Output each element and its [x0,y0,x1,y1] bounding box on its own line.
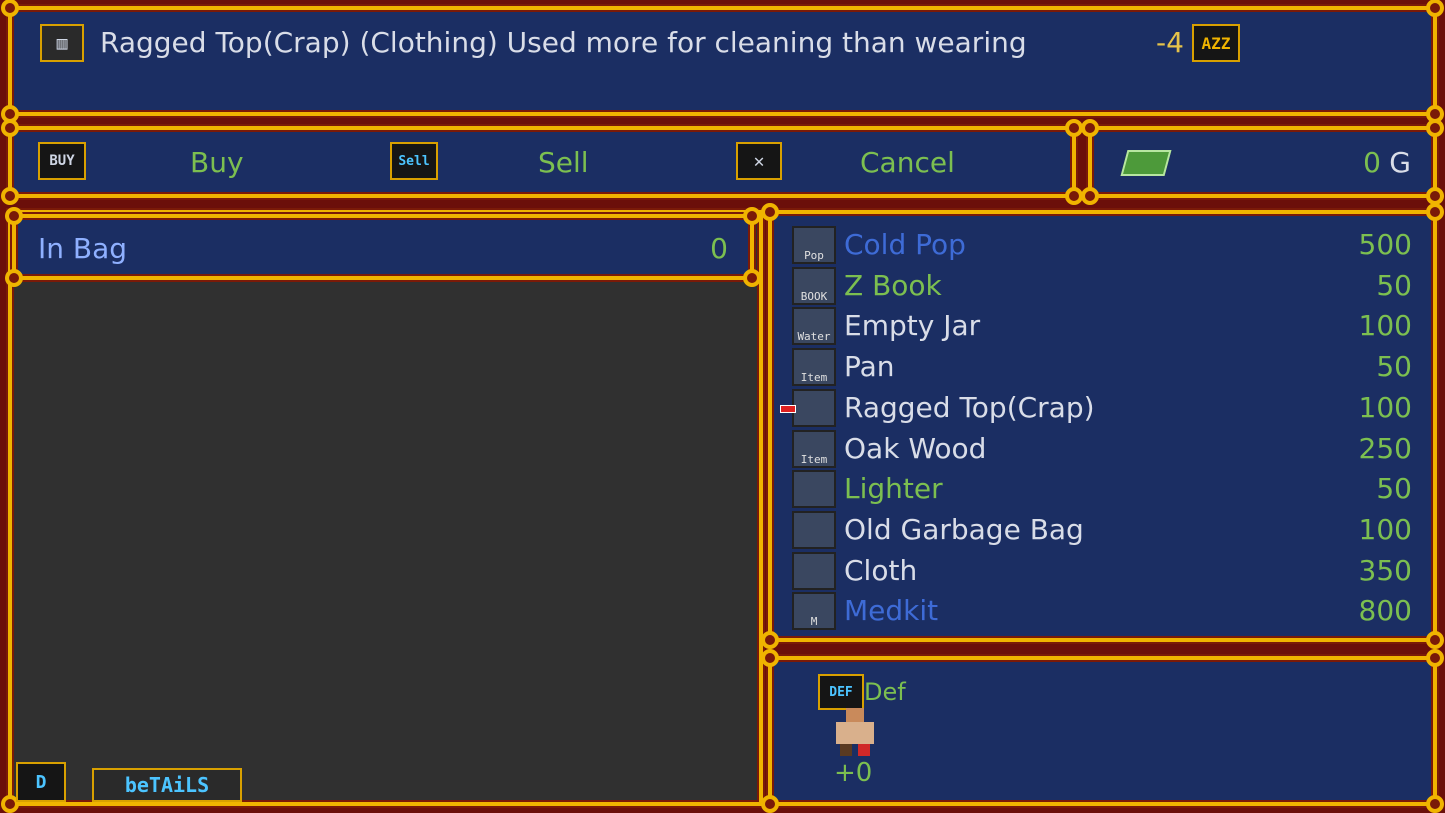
shop-item-name: Medkit [844,594,939,628]
shop-item-price: 100 [1358,390,1412,424]
shop-item-row[interactable]: Water Empty Jar 100 [792,307,1412,347]
shirt-icon: ▥ [40,24,84,62]
money-panel: 0 G [1081,119,1444,205]
shop-item-name: Z Book [844,268,942,302]
shop-item-name: Empty Jar [844,309,981,343]
shop-item-row[interactable]: Old Garbage Bag 100 [792,510,1412,551]
shop-item-price: 50 [1376,472,1412,506]
shop-item-name: Old Garbage Bag [844,512,1084,546]
shop-item-row[interactable]: Pop Cold Pop 500 [792,226,1412,266]
shop-item-price: 500 [1358,228,1412,261]
def-stat-icon: DEF [818,674,864,710]
shop-item-row[interactable]: Item Pan 50 [792,348,1412,388]
shirt-icon [792,388,836,427]
soda-can-icon: Pop [792,226,836,264]
in-bag-label: In Bag [38,232,128,265]
shop-list-panel: Pop Cold Pop 500 BOOK Z Book 50 Water Empty Jar… [761,203,1444,649]
sell-button[interactable]: Sell [538,146,589,179]
garbage-bag-icon [792,510,836,549]
shop-item-name: Cold Pop [844,228,966,261]
def-change-value: +0 [834,758,873,788]
money-unit: G [1389,146,1411,179]
medkit-icon: M [792,592,836,631]
buy-button[interactable]: Buy [190,146,244,179]
shop-item-price: 350 [1358,553,1412,587]
shop-item-price: 250 [1358,431,1412,465]
cloth-icon [792,551,836,590]
shop-item-name: Ragged Top(Crap) [844,390,1095,424]
in-bag-count: 0 [710,232,728,265]
action-bar: BUY Buy Sell Sell ✕ Cancel [1,119,1083,205]
shop-item-row[interactable]: Item Oak Wood 250 [792,429,1412,470]
cancel-icon[interactable]: ✕ [736,142,782,180]
shop-item-name: Pan [844,350,895,384]
shop-item-price: 100 [1358,309,1412,343]
buy-icon[interactable]: BUY [38,142,86,180]
cancel-button[interactable]: Cancel [860,146,955,179]
character-sprite-icon [826,708,884,756]
shop-item-price: 100 [1358,512,1412,546]
shop-item-price: 50 [1376,350,1412,384]
selection-cursor-icon [780,405,796,413]
shop-item-row[interactable]: Lighter 50 [792,470,1412,510]
stats-panel: DEF Def +0 [761,649,1444,813]
shop-item-name: Cloth [844,553,918,587]
armor-stat-icon: AZZ [1192,24,1240,62]
jar-icon: Water [792,307,836,346]
def-label: Def [864,678,906,706]
wood-icon: Item [792,429,836,468]
shop-item-name: Lighter [844,472,943,506]
shop-item-name: Oak Wood [844,431,987,465]
sell-icon[interactable]: Sell [390,142,438,180]
details-button[interactable]: beTAiLS [92,768,242,802]
shop-item-row[interactable]: M Medkit 800 [792,592,1412,632]
cash-icon [1120,150,1172,176]
d-key-icon[interactable]: D [16,762,66,802]
money-value: 0 [1363,146,1381,179]
stat-change-value: -4 [1156,26,1184,59]
item-description: Ragged Top(Crap) (Clothing) Used more fo… [100,26,1027,59]
shop-item-row[interactable]: Ragged Top(Crap) 100 [792,388,1412,429]
book-icon: BOOK [792,266,836,305]
shop-item-row[interactable]: BOOK Z Book 50 [792,266,1412,307]
description-panel: ▥ Ragged Top(Crap) (Clothing) Used more … [1,0,1444,123]
shop-item-row[interactable]: Cloth 350 [792,551,1412,592]
shop-item-price: 800 [1358,594,1412,628]
in-bag-header: In Bag 0 [5,207,761,287]
inventory-panel: In Bag 0 D beTAiLS [1,207,763,813]
pan-icon: Item [792,348,836,387]
shop-item-price: 50 [1376,268,1412,302]
lighter-icon [792,470,836,509]
